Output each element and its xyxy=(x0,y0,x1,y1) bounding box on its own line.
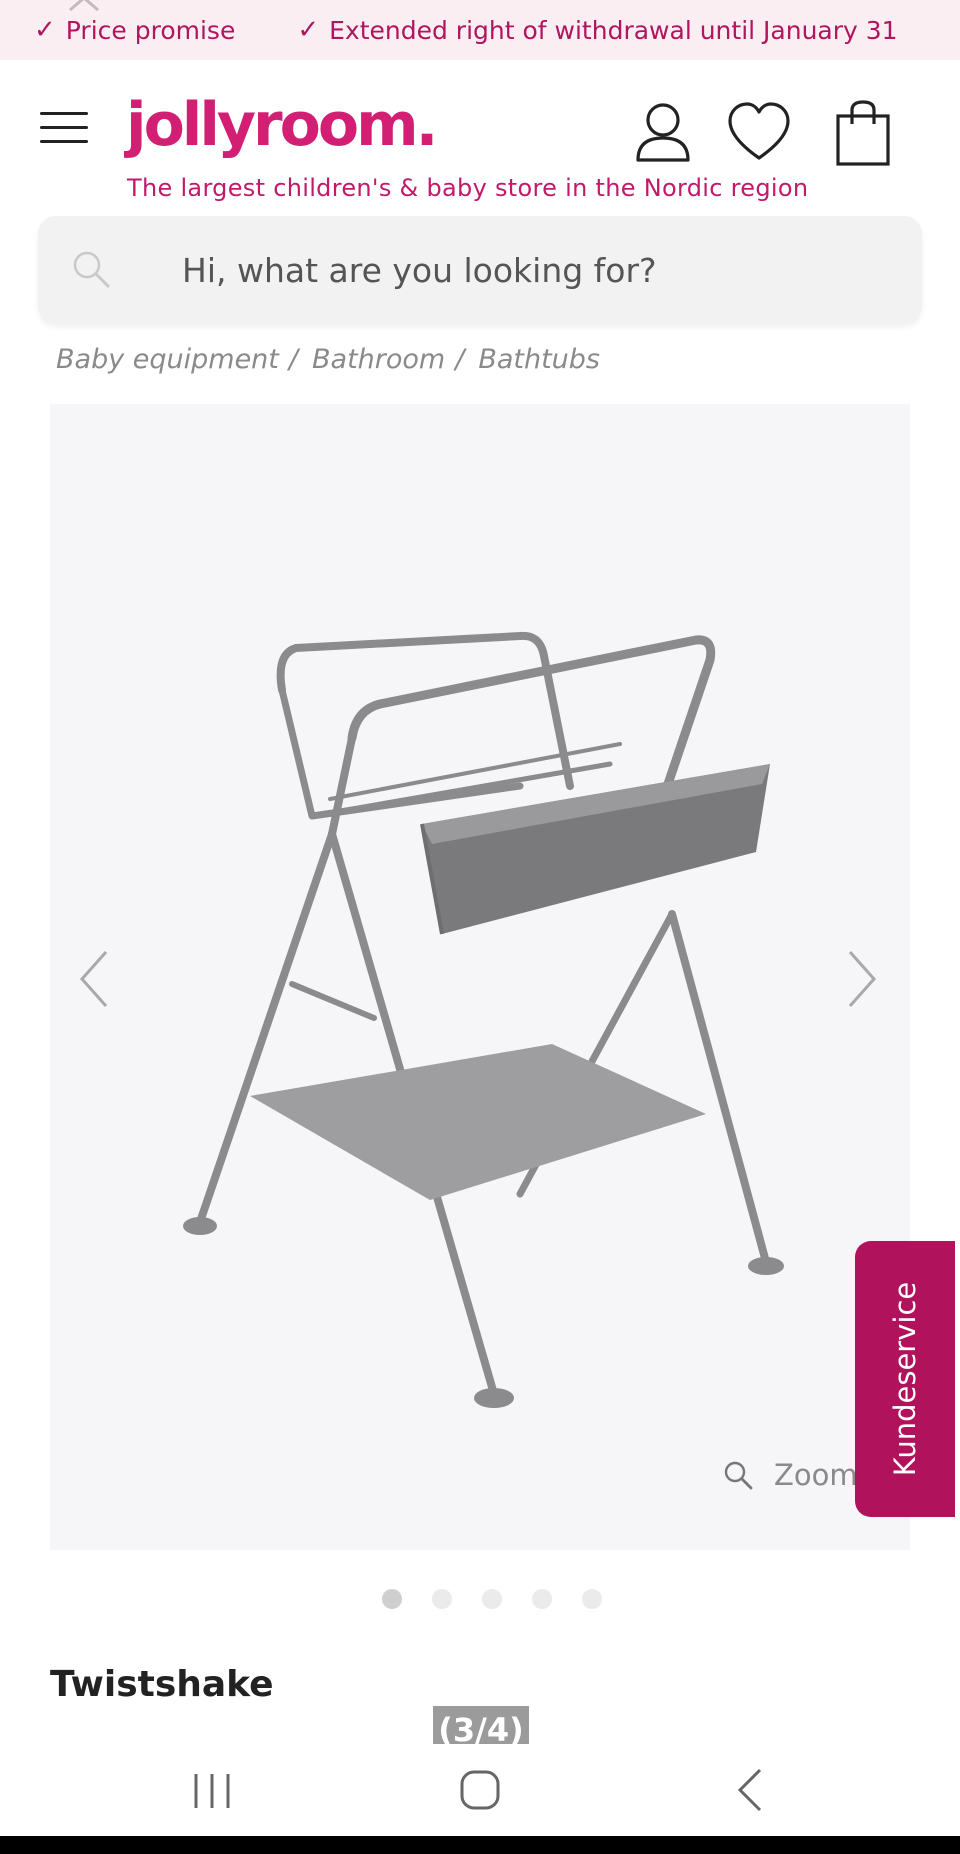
search-input[interactable] xyxy=(182,242,882,298)
system-nav-bar xyxy=(0,1744,960,1836)
check-icon: ✓ xyxy=(34,15,56,45)
zoom-label: Zoom xyxy=(774,1458,858,1492)
promo-item-withdrawal[interactable]: ✓ Extended right of withdrawal until Jan… xyxy=(297,15,897,45)
heart-icon[interactable] xyxy=(726,100,792,166)
promo-bar: ✓ Price promise ✓ Extended right of with… xyxy=(0,0,960,60)
product-image[interactable] xyxy=(50,404,910,1550)
site-tagline: The largest children's & baby store in t… xyxy=(127,174,809,202)
search-bar[interactable] xyxy=(38,216,922,324)
gallery-dot[interactable] xyxy=(382,1589,402,1609)
home-icon[interactable] xyxy=(450,1762,510,1818)
zoom-button[interactable]: Zoom xyxy=(722,1458,858,1492)
check-icon: ✓ xyxy=(297,15,320,45)
breadcrumb-bathroom[interactable]: Bathroom xyxy=(312,344,445,375)
breadcrumb-baby-equipment[interactable]: Baby equipment xyxy=(56,344,279,375)
gallery-dot[interactable] xyxy=(582,1589,602,1609)
promo-item-price-promise[interactable]: ✓ Price promise xyxy=(34,15,235,45)
menu-icon[interactable] xyxy=(40,112,88,146)
search-icon xyxy=(724,1461,753,1490)
chevron-up-icon[interactable] xyxy=(66,0,102,14)
site-logo[interactable]: jollyroom. xyxy=(126,90,438,160)
breadcrumb-separator: / xyxy=(288,344,298,375)
customer-service-tab[interactable]: Kundeservice xyxy=(855,1241,955,1517)
promo-label: Extended right of withdrawal until Janua… xyxy=(329,15,898,45)
breadcrumb-separator: / xyxy=(455,344,465,375)
gallery-dot[interactable] xyxy=(432,1589,452,1609)
product-brand[interactable]: Twistshake xyxy=(50,1664,274,1705)
page: ✓ Price promise ✓ Extended right of with… xyxy=(0,0,960,1854)
product-gallery[interactable]: Zoom xyxy=(50,404,910,1550)
breadcrumb: Baby equipment / Bathroom / Bathtubs xyxy=(56,344,600,375)
site-header: jollyroom. The largest children's & baby… xyxy=(0,60,960,210)
promo-label: Price promise xyxy=(65,15,236,45)
breadcrumb-bathtubs[interactable]: Bathtubs xyxy=(478,344,600,375)
screen-edge xyxy=(0,1836,960,1854)
gallery-pagination xyxy=(382,1589,632,1609)
gallery-dot[interactable] xyxy=(532,1589,552,1609)
recent-apps-icon[interactable] xyxy=(182,1762,242,1818)
user-icon[interactable] xyxy=(630,100,696,166)
search-icon xyxy=(73,251,110,288)
bag-icon[interactable] xyxy=(830,100,896,166)
next-image-arrow-icon[interactable] xyxy=(842,944,882,1014)
gallery-dot[interactable] xyxy=(482,1589,502,1609)
customer-service-label: Kundeservice xyxy=(888,1281,922,1477)
back-icon[interactable] xyxy=(720,1762,780,1818)
previous-image-arrow-icon[interactable] xyxy=(74,944,114,1014)
